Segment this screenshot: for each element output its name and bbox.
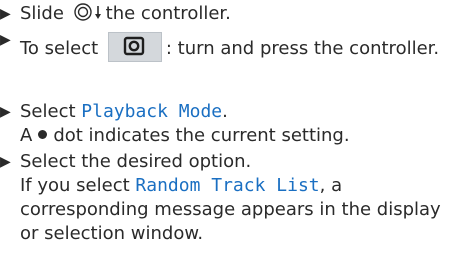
bullet-arrow-icon: ▶ (0, 104, 11, 120)
step-1-text-before: Slide (20, 3, 64, 24)
step-3-text-after: . (222, 101, 228, 122)
bullet-arrow-icon: ▶ (0, 32, 11, 48)
instruction-step-3: ▶ Select Playback Mode. Adot indicates t… (0, 100, 455, 148)
current-setting-dot-icon (38, 130, 48, 139)
instruction-step-4: ▶ Select the desired option. If you sele… (0, 150, 455, 246)
down-arrow-icon (94, 6, 101, 19)
menu-item-playback-mode: Playback Mode (81, 101, 223, 122)
step-3-line2-before: A (20, 125, 33, 146)
step-2-text-before: To select (20, 38, 99, 59)
step-3-text-before: Select (20, 101, 76, 122)
step-2-text-after: : turn and press the controller. (165, 38, 440, 59)
bullet-arrow-icon: ▶ (0, 6, 11, 22)
controller-slide-down-icon (73, 3, 92, 21)
bullet-arrow-icon: ▶ (0, 154, 11, 170)
menu-item-random-track-list: Random Track List (135, 175, 320, 196)
media-settings-icon (107, 32, 162, 62)
instruction-step-1: ▶ Slide the controller. (0, 2, 455, 26)
step-1-text-after: the controller. (105, 3, 231, 24)
step-4-line2-before: If you select (20, 175, 130, 196)
instruction-step-2: ▶ To select : turn and press the control… (0, 28, 455, 62)
step-3-line2-after: dot indicates the current setting. (53, 125, 350, 146)
step-4-line1: Select the desired option. (20, 151, 252, 172)
